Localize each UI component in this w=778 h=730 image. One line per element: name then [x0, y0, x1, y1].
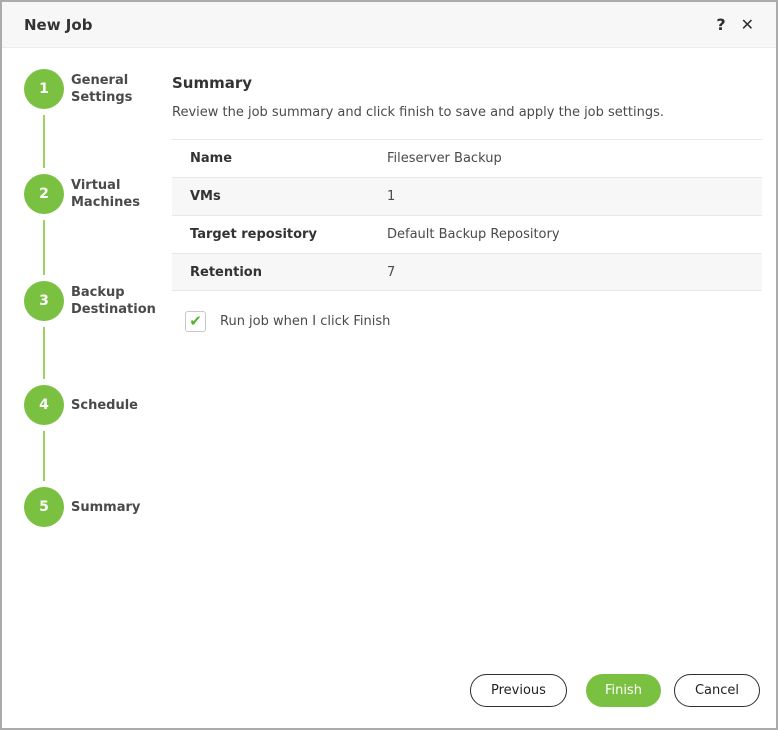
row-value: Fileserver Backup [387, 151, 502, 166]
page-title: Summary [172, 74, 252, 92]
step-backup-destination[interactable]: 3 Backup Destination [24, 281, 163, 321]
step-label: General Settings [71, 72, 163, 106]
run-job-checkbox-label: Run job when I click Finish [220, 314, 390, 329]
step-connector-line [43, 115, 45, 168]
row-value: Default Backup Repository [387, 227, 560, 242]
titlebar-icons: ? ✕ [716, 17, 754, 33]
step-summary[interactable]: 5 Summary [24, 487, 163, 527]
step-connector-line [43, 431, 45, 481]
step-general-settings[interactable]: 1 General Settings [24, 69, 163, 109]
footer-buttons: Previous Finish Cancel [470, 674, 760, 707]
step-connector-line [43, 220, 45, 275]
run-job-checkbox[interactable]: ✔ [185, 311, 206, 332]
step-label: Virtual Machines [71, 177, 163, 211]
step-number-badge[interactable]: 5 [24, 487, 64, 527]
dialog-title: New Job [24, 16, 92, 34]
help-icon[interactable]: ? [716, 17, 725, 33]
row-label: VMs [172, 189, 387, 204]
table-row-name: Name Fileserver Backup [172, 139, 762, 177]
step-number-badge[interactable]: 2 [24, 174, 64, 214]
row-label: Name [172, 151, 387, 166]
table-row-vms: VMs 1 [172, 177, 762, 215]
row-value: 1 [387, 189, 395, 204]
step-number-badge[interactable]: 4 [24, 385, 64, 425]
step-virtual-machines[interactable]: 2 Virtual Machines [24, 174, 163, 214]
row-label: Retention [172, 265, 387, 280]
finish-button[interactable]: Finish [586, 674, 661, 707]
table-row-retention: Retention 7 [172, 253, 762, 291]
job-summary-table: Name Fileserver Backup VMs 1 Target repo… [172, 139, 762, 291]
previous-button[interactable]: Previous [470, 674, 567, 707]
cancel-button[interactable]: Cancel [674, 674, 760, 707]
close-icon[interactable]: ✕ [741, 17, 754, 33]
step-number-badge[interactable]: 3 [24, 281, 64, 321]
row-label: Target repository [172, 227, 387, 242]
page-description: Review the job summary and click finish … [172, 105, 664, 120]
step-schedule[interactable]: 4 Schedule [24, 385, 163, 425]
wizard-steps-sidebar: 1 General Settings 2 Virtual Machines 3 … [2, 50, 167, 680]
table-row-target-repository: Target repository Default Backup Reposit… [172, 215, 762, 253]
step-label: Summary [71, 499, 163, 516]
new-job-dialog: New Job ? ✕ 1 General Settings 2 Virtual… [0, 0, 778, 730]
checkmark-icon: ✔ [189, 314, 202, 329]
step-label: Backup Destination [71, 284, 163, 318]
row-value: 7 [387, 265, 395, 280]
step-connector-line [43, 327, 45, 379]
titlebar: New Job ? ✕ [2, 2, 776, 48]
step-label: Schedule [71, 397, 163, 414]
step-number-badge[interactable]: 1 [24, 69, 64, 109]
run-job-checkbox-row[interactable]: ✔ Run job when I click Finish [185, 311, 390, 332]
